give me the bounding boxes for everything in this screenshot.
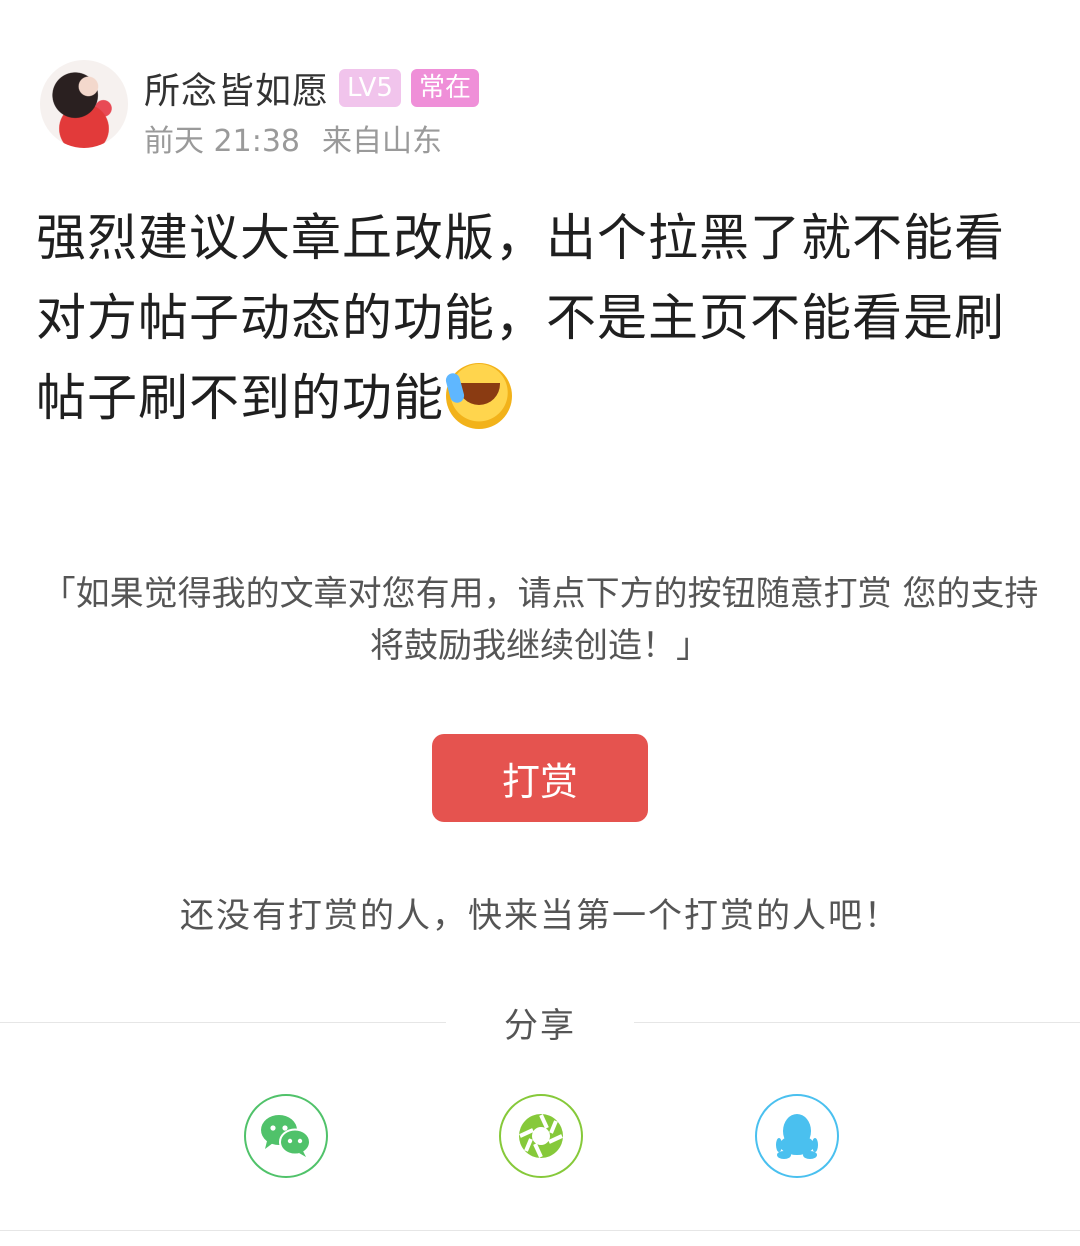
author-name[interactable]: 所念皆如愿 bbox=[144, 62, 329, 114]
post-location: 来自山东 bbox=[322, 124, 442, 159]
divider bbox=[634, 1022, 1080, 1023]
wechat-icon bbox=[261, 1115, 311, 1157]
no-reward-text: 还没有打赏的人，快来当第一个打赏的人吧！ bbox=[180, 896, 900, 936]
face-with-tears-of-joy-icon bbox=[446, 363, 512, 429]
author-line: 所念皆如愿 LV5 常在 bbox=[144, 62, 479, 114]
post-time: 前天 21:38 bbox=[144, 124, 300, 159]
share-wechat-button[interactable] bbox=[244, 1094, 328, 1178]
qq-icon bbox=[776, 1114, 818, 1159]
post-content: 强烈建议大章丘改版，出个拉黑了就不能看对方帖子动态的功能，不是主页不能看是刷帖子… bbox=[36, 198, 1046, 438]
reward-prompt: 「如果觉得我的文章对您有用，请点下方的按钮随意打赏 您的支持将鼓励我继续创造！」 bbox=[41, 574, 1039, 666]
post-meta: 前天 21:38 来自山东 bbox=[144, 116, 442, 160]
share-qq-button[interactable] bbox=[755, 1094, 839, 1178]
share-section-title: 分享 bbox=[0, 998, 1080, 1048]
reward-button[interactable]: 打赏 bbox=[432, 734, 648, 822]
status-badge: 常在 bbox=[410, 69, 479, 107]
moments-icon bbox=[519, 1114, 563, 1158]
divider bbox=[0, 1230, 1080, 1231]
share-moments-button[interactable] bbox=[499, 1094, 583, 1178]
avatar[interactable] bbox=[40, 60, 128, 148]
post-text: 强烈建议大章丘改版，出个拉黑了就不能看对方帖子动态的功能，不是主页不能看是刷帖子… bbox=[36, 209, 1005, 427]
level-badge: LV5 bbox=[339, 69, 401, 107]
post-header: 所念皆如愿 LV5 常在 前天 21:38 来自山东 bbox=[40, 60, 1040, 160]
